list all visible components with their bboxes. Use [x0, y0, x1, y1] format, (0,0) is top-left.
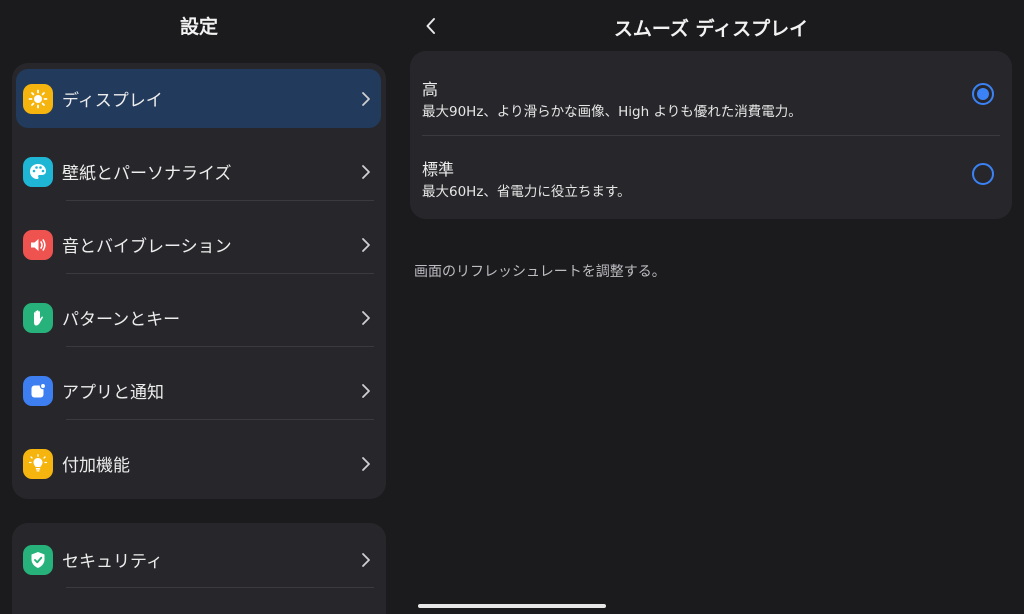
settings-group-security: セキュリティ: [12, 523, 386, 614]
chevron-right-icon: [362, 237, 370, 252]
divider: [66, 587, 374, 588]
shield-check-icon: [23, 544, 53, 575]
settings-item-patterns-keys[interactable]: パターンとキー: [16, 288, 381, 347]
settings-item-advanced-features[interactable]: 付加機能: [16, 434, 381, 493]
settings-item-label: 音とバイブレーション: [62, 237, 232, 257]
brightness-icon: [23, 83, 53, 114]
settings-item-wallpaper[interactable]: 壁紙とパーソナライズ: [16, 142, 381, 201]
radio-high[interactable]: [972, 83, 994, 105]
chevron-right-icon: [362, 91, 370, 106]
option-title: 高: [422, 80, 439, 99]
chevron-right-icon: [362, 552, 370, 567]
settings-item-label: 付加機能: [62, 456, 130, 476]
footnote: 画面のリフレッシュレートを調整する。: [414, 264, 666, 280]
settings-item-apps-notifications[interactable]: アプリと通知: [16, 361, 381, 420]
settings-item-security[interactable]: セキュリティ: [16, 530, 381, 589]
settings-item-label: アプリと通知: [62, 383, 164, 403]
settings-item-label: パターンとキー: [62, 310, 181, 330]
page-title: スムーズ ディスプレイ: [613, 18, 809, 40]
home-indicator[interactable]: [418, 604, 606, 608]
option-description: 最大60Hz、省電力に役立ちます。: [422, 184, 631, 200]
settings-item-label: 壁紙とパーソナライズ: [62, 164, 232, 184]
smooth-display-pane: スムーズ ディスプレイ 高 最大90Hz、より滑らかな画像、High よりも優れ…: [398, 0, 1024, 614]
chevron-right-icon: [362, 383, 370, 398]
settings-pane: 設定 ディスプレイ 壁紙とパーソナライズ 音とバイブレーション パターンとキー …: [0, 0, 398, 614]
chevron-right-icon: [362, 164, 370, 179]
settings-item-label: セキュリティ: [62, 552, 163, 572]
hand-icon: [23, 302, 53, 333]
palette-icon: [23, 156, 53, 187]
lightbulb-icon: [23, 448, 53, 479]
settings-item-sound[interactable]: 音とバイブレーション: [16, 215, 381, 274]
settings-item-display[interactable]: ディスプレイ: [16, 69, 381, 128]
divider: [66, 419, 374, 420]
radio-standard[interactable]: [972, 163, 994, 185]
settings-title: 設定: [179, 16, 218, 38]
chevron-right-icon: [362, 310, 370, 325]
speaker-icon: [23, 229, 53, 260]
settings-group-main: ディスプレイ 壁紙とパーソナライズ 音とバイブレーション パターンとキー アプリ…: [12, 63, 386, 499]
option-high[interactable]: 高 最大90Hz、より滑らかな画像、High よりも優れた消費電力。: [410, 51, 1012, 135]
refresh-rate-options: 高 最大90Hz、より滑らかな画像、High よりも優れた消費電力。 標準 最大…: [410, 51, 1012, 219]
chevron-right-icon: [362, 456, 370, 471]
divider: [66, 200, 374, 201]
settings-item-label: ディスプレイ: [62, 91, 163, 111]
app-notification-icon: [23, 375, 53, 406]
option-title: 標準: [422, 160, 455, 179]
option-standard[interactable]: 標準 最大60Hz、省電力に役立ちます。: [410, 135, 1012, 219]
divider: [66, 273, 374, 274]
option-description: 最大90Hz、より滑らかな画像、High よりも優れた消費電力。: [422, 104, 802, 120]
divider: [66, 346, 374, 347]
